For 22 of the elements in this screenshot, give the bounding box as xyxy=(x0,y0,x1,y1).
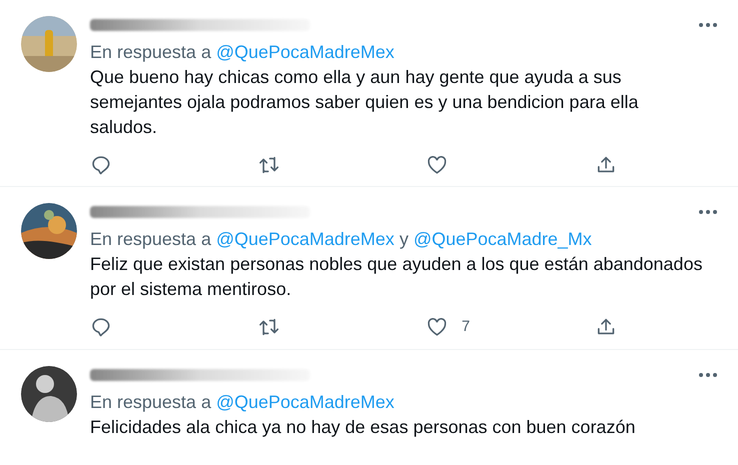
tweet-text: Feliz que existan personas nobles que ayuden a los que están abandonados por el sistema mentiroso. xyxy=(90,253,704,301)
tweet-text: Felicidades ala chica ya no hay de esas personas con buen corazón xyxy=(90,416,636,439)
like-button[interactable] xyxy=(426,154,448,176)
mention-link[interactable]: @QuePocaMadre_Mx xyxy=(413,226,592,252)
mention-link[interactable]: @QuePocaMadreMex xyxy=(216,226,394,252)
mention-link[interactable]: @QuePocaMadreMex xyxy=(216,388,394,414)
conjunction: y xyxy=(399,228,408,251)
heart-icon xyxy=(426,316,448,338)
reply-label: En respuesta a xyxy=(90,390,212,414)
more-options-icon[interactable] xyxy=(699,210,717,214)
like-button[interactable] xyxy=(426,316,448,338)
tweet-text: Que bueno hay chicas como ella y aun hay gente que ayuda a sus semejantes ojala podramos saber quien es y una bendicion para ella saludos. xyxy=(90,66,640,139)
reply-label: En respuesta a xyxy=(90,41,212,64)
speech-bubble-icon xyxy=(90,316,112,338)
speech-bubble-icon xyxy=(90,154,112,176)
more-options-icon[interactable] xyxy=(699,372,717,376)
mention-link[interactable]: @QuePocaMadreMex xyxy=(216,39,394,65)
reply-label: En respuesta a xyxy=(90,228,212,251)
like-count: 7 xyxy=(462,317,470,337)
more-options-icon[interactable] xyxy=(699,23,717,27)
retweet-icon xyxy=(258,154,280,176)
heart-icon xyxy=(426,154,448,176)
